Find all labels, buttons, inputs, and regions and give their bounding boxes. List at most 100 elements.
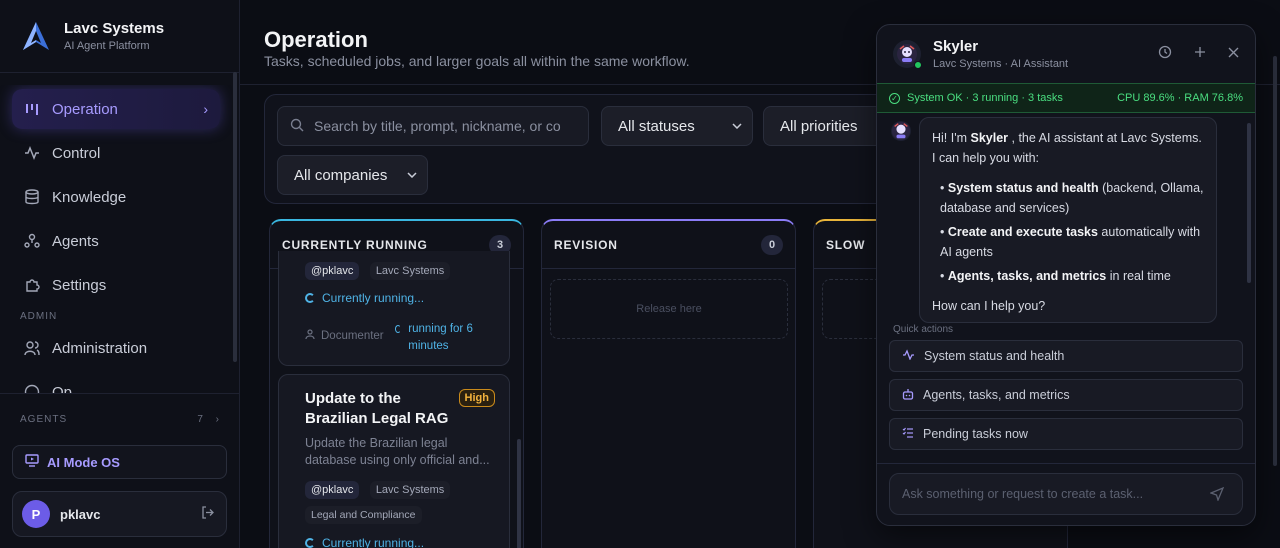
quick-action-status[interactable]: System status and health [889, 340, 1243, 372]
pulse-icon [902, 349, 915, 363]
priority-badge: High [458, 389, 495, 407]
chat-input[interactable]: Ask something or request to create a tas… [889, 473, 1243, 515]
spinner-icon [305, 293, 315, 303]
system-status-text: System OK · 3 running · 3 tasks [907, 92, 1063, 104]
priority-select-value: All priorities [780, 117, 858, 135]
user-name: pklavc [60, 506, 101, 522]
sidebar-item-knowledge[interactable]: Knowledge [12, 177, 220, 217]
card-tags: @pklavc Lavc Systems [305, 480, 456, 499]
ai-mode-button[interactable]: AI Mode OS [12, 445, 227, 479]
category-tag: Legal and Compliance [305, 506, 422, 524]
ai-mode-label: AI Mode OS [47, 454, 120, 470]
assistant-message: Hi! I'm Skyler , the AI assistant at Lav… [919, 117, 1217, 323]
sidebar-item-settings[interactable]: Settings [12, 265, 220, 305]
search-placeholder: Search by title, prompt, nickname, or co [314, 118, 561, 134]
puzzle-icon [24, 277, 40, 293]
sidebar-item-agents[interactable]: Agents [12, 221, 220, 261]
agents-count: 7 [197, 414, 204, 425]
greeting-name: Skyler [970, 131, 1009, 145]
running-status: Currently running... [305, 536, 424, 548]
assistant-panel: Skyler Lavc Systems · AI Assistant ✓ Sys… [876, 24, 1256, 526]
kanban-icon [24, 101, 40, 117]
chat-input-placeholder: Ask something or request to create a tas… [902, 487, 1144, 501]
running-status-text: Currently running... [322, 291, 425, 305]
sidebar-item-administration[interactable]: Administration [12, 328, 220, 368]
drop-zone[interactable]: Release here [550, 279, 788, 339]
close-icon[interactable] [1228, 45, 1239, 62]
sidebar-item-label: Knowledge [52, 188, 127, 206]
sidebar-item-control[interactable]: Control [12, 133, 220, 173]
column-title: REVISION [554, 237, 618, 252]
card-category: Legal and Compliance [305, 505, 428, 524]
quick-action-pending[interactable]: Pending tasks now [889, 418, 1243, 450]
closing-text: How can I help you? [932, 299, 1046, 313]
column-scrollbar[interactable] [517, 439, 521, 548]
logout-icon[interactable] [201, 506, 214, 522]
task-card[interactable]: @pklavc Lavc Systems Currently running..… [278, 251, 510, 366]
robot-avatar-icon [891, 121, 911, 141]
column-count: 0 [761, 235, 783, 255]
task-card[interactable]: Update to the Brazilian Legal RAG High U… [278, 374, 510, 548]
chevron-right-icon: › [203, 101, 208, 117]
sidebar-item-label: Control [52, 144, 101, 162]
quick-actions-label: Quick actions [893, 324, 954, 335]
sidebar-scrollbar[interactable] [233, 72, 237, 362]
status-select[interactable]: All statuses [601, 106, 753, 146]
brand-title: Lavc Systems [64, 20, 165, 37]
spinner-icon [395, 325, 402, 333]
assistant-message-avatar [891, 121, 911, 141]
resource-usage: CPU 89.6% · RAM 76.8% [1117, 92, 1243, 104]
history-icon[interactable] [1158, 45, 1172, 62]
sidebar-item-op[interactable]: Op [12, 372, 220, 393]
agent-name: Documenter [321, 329, 384, 342]
avatar: P [22, 500, 50, 528]
running-status-text: Currently running... [322, 536, 425, 548]
user-icon [305, 329, 315, 342]
duration-label: running for 6 minutes [395, 321, 485, 355]
quick-action-agents[interactable]: Agents, tasks, and metrics [889, 379, 1243, 411]
brand[interactable]: Lavc Systems AI Agent Platform [0, 0, 239, 73]
bullet-text: in real time [1106, 269, 1171, 283]
assistant-name: Skyler [933, 38, 979, 55]
card-title: Update to the Brazilian Legal RAG [305, 390, 449, 427]
nav-menu: Operation › Control Knowledge Agents Set… [0, 85, 232, 393]
bullet-bold: Create and execute tasks [947, 225, 1098, 239]
send-icon[interactable] [1209, 486, 1225, 504]
filter-panel: Search by title, prompt, nickname, or co… [264, 94, 905, 204]
sidebar-item-operation[interactable]: Operation › [12, 89, 220, 129]
chat-scrollbar[interactable] [1247, 123, 1251, 283]
company-tag: Lavc Systems [369, 262, 451, 280]
assistant-avatar [893, 40, 922, 69]
quick-action-label: System status and health [924, 349, 1065, 363]
sidebar-item-label: Operation [52, 100, 118, 118]
activity-icon [24, 145, 40, 161]
database-icon [24, 189, 40, 205]
monitor-icon [25, 454, 39, 470]
greeting: Hi! I'm Skyler , the AI assistant at Lav… [932, 128, 1204, 168]
bullet-item: • Agents, tasks, and metrics in real tim… [940, 269, 1171, 283]
agents-label: AGENTS [20, 414, 68, 425]
list-check-icon [902, 427, 914, 441]
agents-section[interactable]: AGENTS 7 › [20, 414, 220, 425]
company-tag: Lavc Systems [369, 481, 451, 499]
agent-label: Documenter [305, 329, 384, 342]
bullet-bold: System status and health [947, 181, 1099, 195]
assistant-subtitle: Lavc Systems · AI Assistant [933, 58, 1069, 70]
column-revision: REVISION 0 Release here [541, 219, 796, 548]
bullet-item: • Create and execute tasks automatically… [940, 225, 1201, 259]
column-header: REVISION 0 [542, 221, 795, 269]
greeting-pre: Hi! I'm [932, 131, 971, 145]
online-indicator [914, 61, 922, 69]
search-input[interactable]: Search by title, prompt, nickname, or co [277, 106, 589, 146]
bullet-item: • System status and health (backend, Oll… [940, 181, 1204, 215]
quick-action-label: Agents, tasks, and metrics [923, 388, 1070, 402]
sidebar-item-label: Administration [52, 339, 148, 357]
user-card[interactable]: P pklavc [12, 491, 227, 537]
quick-action-label: Pending tasks now [923, 427, 1028, 441]
company-select[interactable]: All companies [277, 155, 428, 195]
page-scrollbar[interactable] [1273, 56, 1277, 466]
nav-section-admin: ADMIN [20, 311, 58, 322]
system-status-bar: ✓ System OK · 3 running · 3 tasks CPU 89… [877, 83, 1255, 113]
plus-icon[interactable] [1194, 45, 1206, 62]
agents-count-group: 7 › [197, 414, 220, 425]
